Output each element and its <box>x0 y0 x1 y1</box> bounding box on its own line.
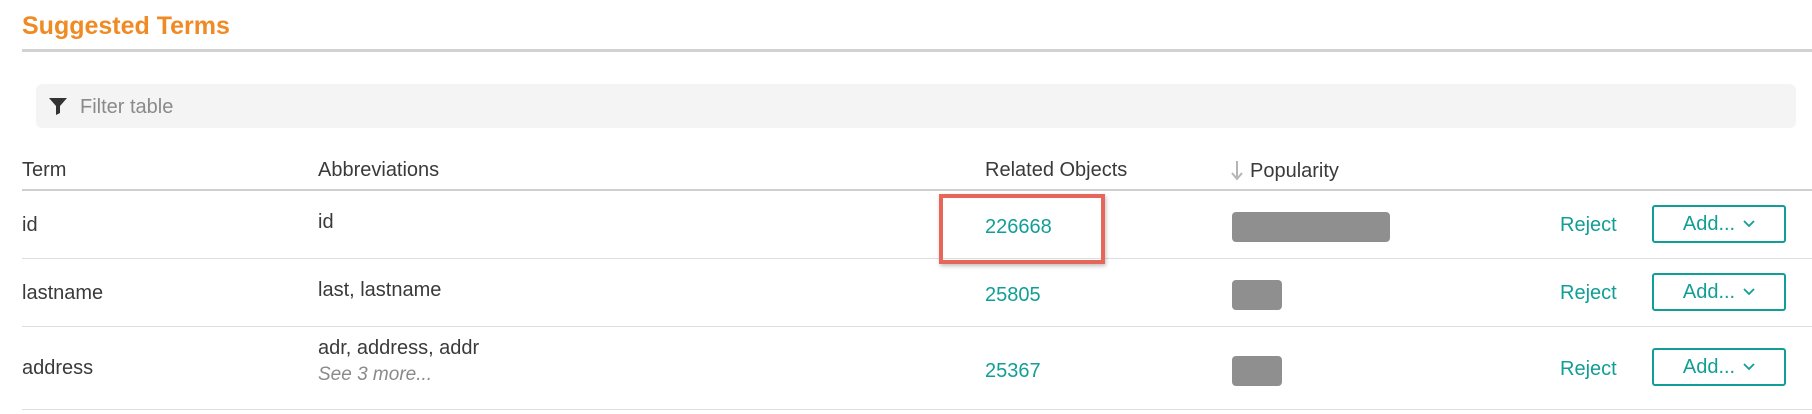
column-header-related-objects[interactable]: Related Objects <box>985 159 1127 182</box>
table-row: address adr, address, addr See 3 more...… <box>0 327 1812 409</box>
table-row: id id 226668 Reject Add... <box>0 191 1812 258</box>
add-button-label: Add... <box>1682 212 1736 235</box>
chevron-down-icon <box>1743 363 1755 371</box>
column-header-popularity[interactable]: Popularity <box>1230 159 1339 183</box>
abbreviations-cell: adr, address, addr <box>318 337 480 359</box>
chevron-down-icon <box>1743 220 1755 228</box>
add-button[interactable]: Add... <box>1652 273 1786 311</box>
filter-icon <box>49 98 67 115</box>
filter-input[interactable] <box>78 84 1782 130</box>
see-more-link[interactable]: See 3 more... <box>318 364 432 386</box>
chevron-down-icon <box>1743 288 1755 296</box>
reject-button[interactable]: Reject <box>1560 214 1617 237</box>
term-cell: lastname <box>22 282 104 304</box>
filter-bar[interactable] <box>36 84 1796 130</box>
term-cell: id <box>22 214 38 236</box>
related-objects-link[interactable]: 226668 <box>985 216 1052 239</box>
add-button-label: Add... <box>1682 355 1736 378</box>
abbreviations-cell: id <box>318 211 334 233</box>
reject-button[interactable]: Reject <box>1560 358 1617 381</box>
column-header-abbreviations[interactable]: Abbreviations <box>318 159 439 182</box>
popularity-bar <box>1232 280 1282 310</box>
term-cell: address <box>22 357 94 379</box>
add-button[interactable]: Add... <box>1652 348 1786 386</box>
title-divider <box>22 49 1812 52</box>
table-row: lastname last, lastname 25805 Reject Add… <box>0 259 1812 326</box>
abbreviations-cell: last, lastname <box>318 279 442 301</box>
popularity-bar <box>1232 356 1282 386</box>
popularity-label: Popularity <box>1250 160 1339 182</box>
column-header-term[interactable]: Term <box>22 159 66 182</box>
section-title: Suggested Terms <box>22 12 230 40</box>
popularity-bar <box>1232 212 1390 242</box>
add-button-label: Add... <box>1682 280 1736 303</box>
related-objects-link[interactable]: 25805 <box>985 284 1041 307</box>
reject-button[interactable]: Reject <box>1560 282 1617 305</box>
related-objects-link[interactable]: 25367 <box>985 360 1041 383</box>
row-divider <box>22 409 1812 410</box>
add-button[interactable]: Add... <box>1652 205 1786 243</box>
arrow-down-icon <box>1231 161 1243 181</box>
